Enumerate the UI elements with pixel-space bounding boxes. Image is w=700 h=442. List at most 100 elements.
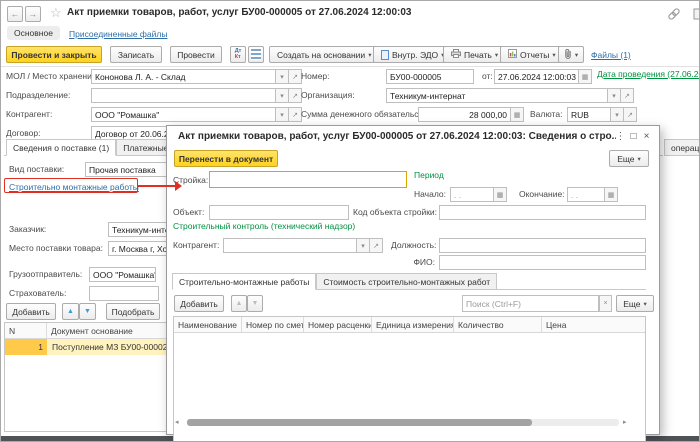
number-label: Номер: [301, 71, 330, 81]
favorite-star-icon[interactable]: ☆ [50, 5, 62, 21]
internal-edo-label: Внутр. ЭДО [392, 49, 439, 60]
mol-dropdown-icon[interactable]: ▾ [276, 69, 289, 84]
organization-dropdown-icon[interactable]: ▾ [608, 88, 621, 103]
insurer-field[interactable] [89, 286, 159, 301]
amount-field[interactable]: 28 000,00 [418, 107, 511, 122]
object-field[interactable] [209, 205, 349, 220]
amount-grid-icon[interactable]: ▦ [511, 107, 524, 122]
create-on-basis-button[interactable]: Создать на основании ▾ [269, 46, 380, 63]
h-scrollbar-track[interactable] [187, 419, 619, 426]
col-rate-number[interactable]: Номер расценки [304, 317, 372, 332]
pick-button[interactable]: Подобрать [106, 303, 160, 320]
move-up-button[interactable]: ▲ [62, 303, 79, 320]
contractor-open-icon[interactable]: ↗ [370, 238, 383, 253]
internal-edo-button[interactable]: Внутр. ЭДО ▾ [373, 46, 453, 63]
files-link[interactable]: Файлы (1) [591, 50, 631, 60]
end-calendar-icon[interactable]: ▦ [605, 187, 618, 202]
delivery-place-label: Место поставки товара: [9, 243, 103, 253]
stroika-field[interactable] [209, 171, 407, 188]
maximize-icon[interactable]: □ [627, 130, 640, 143]
grid-search-input[interactable]: Поиск (Ctrl+F) [462, 295, 599, 312]
window-menu-icon[interactable]: ⋮ [614, 130, 627, 143]
date-field[interactable]: 27.06.2024 12:00:03 [494, 69, 579, 84]
col-unit[interactable]: Единица измерения [372, 317, 454, 332]
get-link-icon[interactable] [667, 7, 681, 23]
h-scrollbar-thumb[interactable] [187, 419, 532, 426]
scroll-right-icon[interactable]: ▸ [623, 417, 627, 428]
scroll-left-icon[interactable]: ◂ [175, 417, 179, 428]
posting-date-link[interactable]: Дата проведения (27.06.2024 12 [597, 69, 699, 79]
grid-more-button[interactable]: Еще ▾ [616, 295, 654, 312]
back-button[interactable]: ← [7, 6, 23, 22]
add-row-button[interactable]: Добавить [6, 303, 56, 320]
subdivision-dropdown-icon[interactable]: ▾ [276, 88, 289, 103]
register-records-button[interactable] [248, 46, 264, 63]
dialog-more-button[interactable]: Еще ▾ [609, 150, 649, 167]
dialog-contractor-field[interactable] [223, 238, 357, 253]
currency-field[interactable]: RUB [567, 107, 611, 122]
dialog-move-down-button[interactable]: ▼ [247, 295, 263, 312]
currency-open-icon[interactable]: ↗ [624, 107, 637, 122]
close-icon[interactable]: × [640, 130, 653, 143]
tab-attached-files[interactable]: Присоединенные файлы [69, 29, 167, 39]
delivery-kind-label: Вид поставки: [9, 164, 65, 174]
col-name[interactable]: Наименование [174, 317, 242, 332]
col-estimate-number[interactable]: Номер по смете [242, 317, 304, 332]
period-header: Период [414, 170, 444, 180]
print-button[interactable]: Печать ▾ [443, 46, 507, 63]
transfer-to-document-button[interactable]: Перенести в документ [174, 150, 278, 167]
date-calendar-icon[interactable]: ▦ [579, 69, 592, 84]
post-and-close-label: Провести и закрыть [11, 49, 97, 60]
post-button[interactable]: Провести [170, 46, 222, 63]
number-field[interactable]: БУ00-000005 [386, 69, 474, 84]
counterparty-dropdown-icon[interactable]: ▾ [276, 107, 289, 122]
tab-delivery-info[interactable]: Сведения о поставке (1) [6, 139, 117, 156]
col-n[interactable]: N [5, 323, 47, 338]
register-icon [251, 49, 261, 60]
shipper-field[interactable]: ООО "Ромашка" [89, 267, 156, 282]
dialog-add-row-button[interactable]: Добавить [174, 295, 224, 312]
page-title: Акт приемки товаров, работ, услуг БУ00-0… [67, 7, 412, 18]
construction-control-header: Строительный контроль (технический надзо… [173, 221, 356, 231]
post-and-close-button[interactable]: Провести и закрыть [6, 46, 102, 63]
organization-field[interactable]: Техникум-интернат [386, 88, 608, 103]
tab-operation-partial[interactable]: операция [664, 139, 699, 156]
chevron-down-icon: ▾ [637, 155, 641, 163]
dialog-move-up-button[interactable]: ▲ [231, 295, 247, 312]
search-clear-button[interactable]: × [599, 295, 612, 312]
tab-main[interactable]: Основное [7, 26, 60, 40]
dialog-more-label: Еще [617, 153, 635, 164]
period-end-field[interactable]: . . [567, 187, 605, 202]
period-end-label: Окончание: [519, 189, 565, 199]
position-field[interactable] [439, 238, 646, 253]
forward-icon: → [28, 9, 38, 19]
col-price[interactable]: Цена [542, 317, 645, 332]
dialog-add-label: Добавить [180, 298, 218, 309]
chevron-down-icon: ▾ [368, 51, 372, 59]
col-quantity[interactable]: Количество [454, 317, 542, 332]
organization-open-icon[interactable]: ↗ [621, 88, 634, 103]
chevron-down-icon: ▾ [574, 51, 579, 59]
move-down-button[interactable]: ▼ [79, 303, 96, 320]
row1-number-cell[interactable]: 1 [5, 339, 47, 355]
postings-dtkt-button[interactable]: Дт Кт [230, 46, 246, 63]
contractor-dropdown-icon[interactable]: ▾ [357, 238, 370, 253]
tab-smr-works[interactable]: Строительно-монтажные работы [172, 273, 317, 290]
window-partial-icon[interactable] [693, 7, 699, 23]
post-label: Провести [177, 49, 215, 60]
reports-button[interactable]: Отчеты ▾ [500, 46, 564, 63]
currency-dropdown-icon[interactable]: ▾ [611, 107, 624, 122]
attach-button[interactable]: ▾ [558, 46, 584, 63]
counterparty-field[interactable]: ООО "Ромашка" [91, 107, 276, 122]
period-begin-field[interactable]: . . [450, 187, 494, 202]
forward-button[interactable]: → [25, 6, 41, 22]
edo-document-icon [381, 49, 389, 60]
tab-smr-cost[interactable]: Стоимость строительно-монтажных работ [316, 273, 498, 290]
subdivision-field[interactable] [91, 88, 276, 103]
fio-field[interactable] [439, 255, 646, 270]
object-label: Объект: [173, 207, 205, 217]
mol-field[interactable]: Кононова Л. А. - Склад [91, 69, 276, 84]
object-code-field[interactable] [439, 205, 646, 220]
begin-calendar-icon[interactable]: ▦ [494, 187, 507, 202]
write-button[interactable]: Записать [110, 46, 162, 63]
